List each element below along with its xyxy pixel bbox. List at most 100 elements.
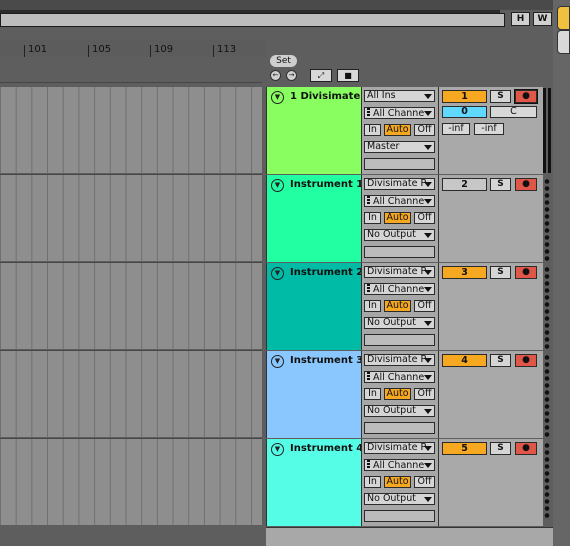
chevron-down-icon (424, 145, 432, 150)
input-channel-select[interactable]: All Channe (364, 371, 435, 383)
output-channel-box[interactable] (364, 510, 435, 522)
track-activator-button[interactable]: 2 (442, 178, 487, 191)
monitor-auto-button[interactable]: Auto (384, 300, 411, 312)
arrangement-lane-instrument-1[interactable] (0, 175, 262, 261)
monitor-off-button[interactable]: Off (414, 124, 435, 136)
grip-icon (367, 284, 370, 292)
h-button[interactable]: H (511, 12, 530, 26)
solo-button[interactable]: S (490, 178, 511, 191)
track-activator-button[interactable]: 4 (442, 354, 487, 367)
output-select[interactable]: No Output (364, 229, 435, 241)
monitor-off-button[interactable]: Off (414, 300, 435, 312)
monitor-off-button[interactable]: Off (414, 212, 435, 224)
output-value: No Output (367, 229, 416, 240)
w-button[interactable]: W (533, 12, 552, 26)
fold-triangle-icon[interactable]: ▼ (271, 179, 284, 192)
output-select[interactable]: No Output (364, 405, 435, 417)
input-channel-select[interactable]: All Channe (364, 195, 435, 207)
solo-button[interactable]: S (490, 442, 511, 455)
pan-value-field[interactable]: 0 (442, 106, 487, 118)
track-header-instrument-3[interactable]: ▼ Instrument 3 (266, 351, 363, 438)
track-header-instrument-1[interactable]: ▼ Instrument 1 (266, 175, 363, 262)
track-activator-button[interactable]: 5 (442, 442, 487, 455)
monitor-off-button[interactable]: Off (414, 388, 435, 400)
solo-button[interactable]: S (490, 90, 511, 103)
monitor-in-button[interactable]: In (364, 124, 381, 136)
track-header-instrument-2[interactable]: ▼ Instrument 2 (266, 263, 363, 350)
input-channel-select[interactable]: All Channe (364, 283, 435, 295)
record-arm-icon[interactable]: ● (514, 89, 538, 104)
meter-right-icon (548, 88, 551, 173)
lock-icon[interactable]: ■ (337, 69, 359, 82)
forward-arrow-icon[interactable]: → (286, 70, 297, 81)
record-arm-icon[interactable]: ● (515, 178, 537, 191)
input-type-value: Divisimate P (367, 442, 427, 453)
track-header-instrument-4[interactable]: ▼ Instrument 4 (266, 439, 363, 526)
chevron-down-icon (424, 321, 432, 326)
arrangement-lane-instrument-3[interactable] (0, 351, 262, 437)
track-header-1-divisimate[interactable]: ▼ 1 Divisimate (266, 87, 361, 174)
volume-right-field[interactable]: -inf (474, 123, 504, 135)
input-type-select[interactable]: Divisimate P (364, 354, 435, 366)
set-button[interactable]: Set (270, 55, 297, 67)
arrangement-overview-scrollbar[interactable] (0, 13, 505, 27)
monitor-off-button[interactable]: Off (414, 476, 435, 488)
arrangement-lane-instrument-4[interactable] (0, 439, 262, 525)
input-type-value: Divisimate P (367, 266, 427, 277)
track-name: 1 Divisimate (290, 91, 361, 102)
input-channel-select[interactable]: All Channe (364, 459, 435, 471)
solo-button[interactable]: S (490, 354, 511, 367)
monitor-in-button[interactable]: In (364, 476, 381, 488)
volume-left-field[interactable]: -inf (442, 123, 470, 135)
output-channel-box[interactable] (364, 422, 435, 434)
pan-label-field[interactable]: C (490, 106, 537, 118)
monitor-auto-button[interactable]: Auto (384, 476, 411, 488)
input-channel-select[interactable]: All Channe (364, 107, 435, 119)
arrangement-lane-1-divisimate[interactable] (0, 87, 262, 173)
output-channel-box[interactable] (364, 158, 435, 170)
output-channel-box[interactable] (364, 334, 435, 346)
track-mixer-section: 3 S ● (438, 263, 543, 350)
fold-triangle-icon[interactable]: ▼ (271, 355, 284, 368)
track-activator-button[interactable]: 3 (442, 266, 487, 279)
pause-icon[interactable] (557, 30, 570, 54)
output-value: No Output (367, 405, 416, 416)
input-type-select[interactable]: Divisimate P (364, 442, 435, 454)
track-drop-area[interactable] (266, 527, 553, 546)
track-activator-button[interactable]: 1 (442, 90, 487, 103)
input-type-value: Divisimate P (367, 354, 427, 365)
input-type-value: Divisimate P (367, 178, 427, 189)
input-type-select[interactable]: All Ins (364, 90, 435, 102)
fold-triangle-icon[interactable]: ▼ (271, 267, 284, 280)
output-select[interactable]: No Output (364, 493, 435, 505)
fold-triangle-icon[interactable]: ▼ (271, 91, 284, 104)
monitor-in-button[interactable]: In (364, 212, 381, 224)
output-channel-box[interactable] (364, 246, 435, 258)
ruler-tick (150, 45, 151, 57)
meter-dots-icon (544, 354, 550, 438)
arrangement-lane-instrument-2[interactable] (0, 263, 262, 349)
menu-icon[interactable] (557, 6, 570, 30)
expand-icon[interactable]: ⤢ (310, 69, 332, 82)
chevron-down-icon (424, 497, 432, 502)
lane-divider (0, 82, 262, 83)
monitor-auto-button[interactable]: Auto (384, 124, 411, 136)
record-arm-icon[interactable]: ● (515, 354, 537, 367)
output-select[interactable]: No Output (364, 317, 435, 329)
arrangement-empty-area[interactable] (0, 526, 262, 546)
input-type-select[interactable]: Divisimate P (364, 178, 435, 190)
monitor-in-button[interactable]: In (364, 388, 381, 400)
chevron-down-icon (424, 287, 432, 292)
grip-icon (367, 372, 370, 380)
monitor-auto-button[interactable]: Auto (384, 388, 411, 400)
solo-button[interactable]: S (490, 266, 511, 279)
track-io-section: All Ins All Channe In Auto Off Master (361, 87, 438, 174)
monitor-auto-button[interactable]: Auto (384, 212, 411, 224)
monitor-in-button[interactable]: In (364, 300, 381, 312)
back-arrow-icon[interactable]: ← (270, 70, 281, 81)
fold-triangle-icon[interactable]: ▼ (271, 443, 284, 456)
output-select[interactable]: Master (364, 141, 435, 153)
record-arm-icon[interactable]: ● (515, 442, 537, 455)
input-type-select[interactable]: Divisimate P (364, 266, 435, 278)
record-arm-icon[interactable]: ● (515, 266, 537, 279)
